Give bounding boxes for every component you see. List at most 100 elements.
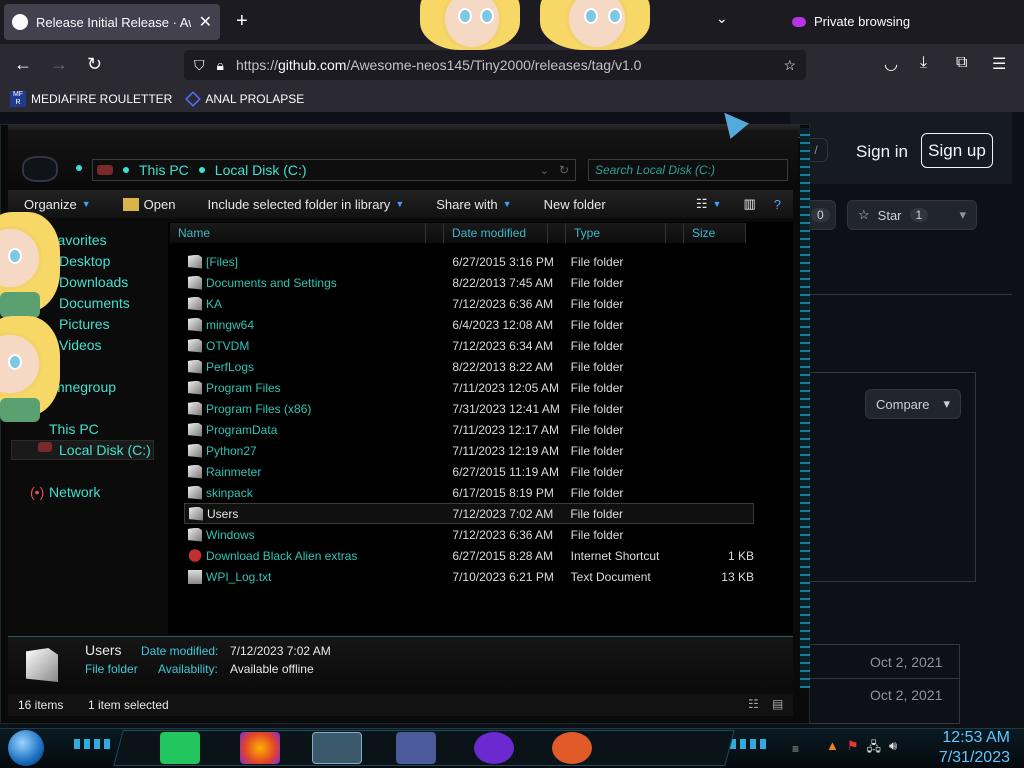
breadcrumb-this-pc[interactable]: This PC bbox=[139, 162, 189, 178]
file-row[interactable]: Python27 7/11/2023 12:19 AM File folder bbox=[184, 440, 754, 461]
network-tray-icon[interactable]: 🖧︎ bbox=[867, 738, 882, 760]
clock[interactable]: 12:53 AM 7/31/2023 bbox=[930, 728, 1010, 768]
include-library-button[interactable]: Include selected folder in library ▼ bbox=[191, 197, 420, 212]
nav-homegroup[interactable]: mnegroup bbox=[53, 379, 116, 395]
extensions-icon[interactable]: ⧉ bbox=[956, 54, 967, 72]
star-button[interactable]: ☆ Star 1 ▾ bbox=[847, 200, 977, 230]
url-text[interactable]: https://github.com/Awesome-neos145/Tiny2… bbox=[236, 57, 641, 73]
organize-button[interactable]: Organize ▼ bbox=[8, 197, 107, 212]
compare-button[interactable]: Compare ▾ bbox=[865, 389, 961, 419]
nav-local-disk[interactable]: Local Disk (C:) bbox=[59, 442, 151, 458]
list-tabs-icon[interactable]: ⌄ bbox=[716, 10, 728, 27]
refresh-icon[interactable]: ↻ bbox=[559, 163, 569, 177]
clock-date: 7/31/2023 bbox=[938, 749, 1010, 766]
file-name: Windows bbox=[206, 527, 255, 542]
details-view-icon[interactable]: ☷ bbox=[748, 697, 759, 711]
nav-downloads[interactable]: Downloads bbox=[59, 274, 128, 290]
address-bar[interactable]: This PC Local Disk (C:) ⌄ ↻ bbox=[92, 159, 576, 181]
private-browsing-indicator: Private browsing bbox=[792, 14, 910, 29]
breadcrumb-local-disk[interactable]: Local Disk (C:) bbox=[215, 162, 307, 178]
tray-app-icon[interactable]: ▲ bbox=[826, 738, 839, 760]
folder-icon bbox=[26, 648, 58, 682]
file-row[interactable]: PerfLogs 8/22/2013 8:22 AM File folder bbox=[184, 356, 754, 377]
downloads-icon[interactable]: ⤓ bbox=[920, 54, 927, 72]
file-row[interactable]: Users 7/12/2023 7:02 AM File folder bbox=[184, 503, 754, 524]
address-dropdown-icon[interactable]: ⌄ bbox=[540, 164, 549, 177]
bookmark-second[interactable]: ANAL PROLAPSE bbox=[185, 91, 304, 107]
nav-this-pc[interactable]: This PC bbox=[49, 421, 99, 437]
new-tab-button[interactable]: + bbox=[236, 10, 248, 33]
file-name: PerfLogs bbox=[206, 359, 255, 374]
volume-icon[interactable]: 🔊︎ bbox=[889, 738, 897, 760]
action-center-icon[interactable]: ⚑ bbox=[847, 738, 859, 760]
lock-icon[interactable]: 🔒︎ bbox=[217, 57, 224, 74]
file-row[interactable]: ProgramData 7/11/2023 12:17 AM File folder bbox=[184, 419, 754, 440]
bookmark-star-icon[interactable]: ☆ bbox=[783, 57, 796, 74]
file-row[interactable]: mingw64 6/4/2023 12:08 AM File folder bbox=[184, 314, 754, 335]
thumbnail-view-icon[interactable]: ▤ bbox=[772, 697, 783, 711]
start-button[interactable] bbox=[8, 730, 44, 766]
tracking-protection-icon[interactable]: ⛉ bbox=[194, 57, 205, 74]
column-size[interactable]: Size bbox=[684, 223, 746, 243]
back-icon[interactable]: ← bbox=[14, 54, 32, 75]
file-row[interactable]: OTVDM 7/12/2023 6:34 AM File folder bbox=[184, 335, 754, 356]
file-row[interactable]: Download Black Alien extras 6/27/2015 8:2… bbox=[184, 545, 754, 566]
reload-icon[interactable]: ↻ bbox=[87, 54, 102, 75]
forward-icon[interactable]: → bbox=[50, 54, 68, 75]
taskbar-decoration bbox=[730, 739, 770, 749]
nav-videos[interactable]: Videos bbox=[59, 337, 102, 353]
orange-app-icon[interactable] bbox=[552, 732, 592, 764]
tab-title: Release Initial Release · Awesome-neos14… bbox=[36, 14, 191, 30]
file-row[interactable]: Documents and Settings 8/22/2013 7:45 AM F… bbox=[184, 272, 754, 293]
bookmark-mediafire[interactable]: MF R MEDIAFIRE ROULETTER bbox=[10, 91, 172, 107]
preview-pane-icon[interactable]: ▥ bbox=[737, 196, 761, 212]
bookmarks-toolbar: MF R MEDIAFIRE ROULETTER ANAL PROLAPSE bbox=[0, 86, 1024, 112]
file-row[interactable]: Program Files (x86) 7/31/2023 12:41 AM Fil… bbox=[184, 398, 754, 419]
breadcrumb-separator-icon bbox=[198, 167, 205, 173]
notes-app-icon[interactable] bbox=[160, 732, 200, 764]
open-button[interactable]: Open bbox=[107, 197, 192, 212]
file-name: Python27 bbox=[206, 443, 257, 458]
file-row[interactable]: [Files] 6/27/2015 3:16 PM File folder bbox=[184, 251, 754, 272]
share-with-button[interactable]: Share with ▼ bbox=[420, 197, 527, 212]
command-bar: Organize ▼ Open Include selected folder i… bbox=[8, 190, 793, 218]
help-icon[interactable]: ? bbox=[762, 197, 793, 212]
nav-pictures[interactable]: Pictures bbox=[59, 316, 110, 332]
column-date-modified[interactable]: Date modified bbox=[444, 223, 548, 243]
private-browsing-app-icon[interactable] bbox=[474, 732, 514, 764]
firefox-icon[interactable] bbox=[240, 732, 280, 764]
details-date-label: Date modified: bbox=[141, 644, 219, 658]
nav-documents[interactable]: Documents bbox=[59, 295, 130, 311]
star-icon: ☆ bbox=[858, 207, 870, 222]
file-date: 6/27/2015 3:16 PM bbox=[452, 254, 554, 269]
divider bbox=[790, 294, 1024, 295]
tab-close-icon[interactable]: ✕ bbox=[199, 12, 212, 32]
file-row[interactable]: KA 7/12/2023 6:36 AM File folder bbox=[184, 293, 754, 314]
sign-in-link[interactable]: Sign in bbox=[856, 142, 908, 162]
file-row[interactable]: Windows 7/12/2023 6:36 AM File folder bbox=[184, 524, 754, 545]
file-row[interactable]: Program Files 7/11/2023 12:05 AM File fold… bbox=[184, 377, 754, 398]
file-row[interactable]: WPI_Log.txt 7/10/2023 6:21 PM Text Documen… bbox=[184, 566, 754, 587]
window-app-icon[interactable] bbox=[396, 732, 436, 764]
page-scrollbar[interactable] bbox=[1012, 112, 1024, 728]
column-name[interactable]: Name bbox=[170, 223, 426, 243]
nav-network[interactable]: Network bbox=[49, 484, 100, 500]
file-name: [Files] bbox=[206, 254, 239, 269]
view-options-icon[interactable]: ☷ ▼ bbox=[680, 196, 738, 212]
search-input[interactable]: Search Local Disk (C:) bbox=[588, 159, 788, 181]
browser-tab[interactable]: Release Initial Release · Awesome-neos14… bbox=[4, 4, 220, 40]
recent-dot-icon bbox=[76, 165, 82, 171]
column-type[interactable]: Type bbox=[566, 223, 666, 243]
file-type: File folder bbox=[570, 464, 624, 479]
menu-icon[interactable]: ☰ bbox=[992, 54, 1006, 74]
star-dropdown-icon[interactable]: ▾ bbox=[959, 207, 966, 223]
nav-desktop[interactable]: Desktop bbox=[59, 253, 110, 269]
file-row[interactable]: skinpack 6/17/2015 8:19 PM File folder bbox=[184, 482, 754, 503]
pocket-icon[interactable]: ◡ bbox=[884, 54, 898, 74]
back-forward-orb-icon[interactable] bbox=[22, 156, 58, 182]
sign-up-button[interactable]: Sign up bbox=[921, 133, 993, 168]
file-date: 6/27/2015 8:28 AM bbox=[452, 548, 554, 563]
new-folder-button[interactable]: New folder bbox=[528, 197, 622, 212]
file-row[interactable]: Rainmeter 6/27/2015 11:19 AM File folder bbox=[184, 461, 754, 482]
file-explorer-taskbar-icon[interactable] bbox=[312, 732, 362, 764]
